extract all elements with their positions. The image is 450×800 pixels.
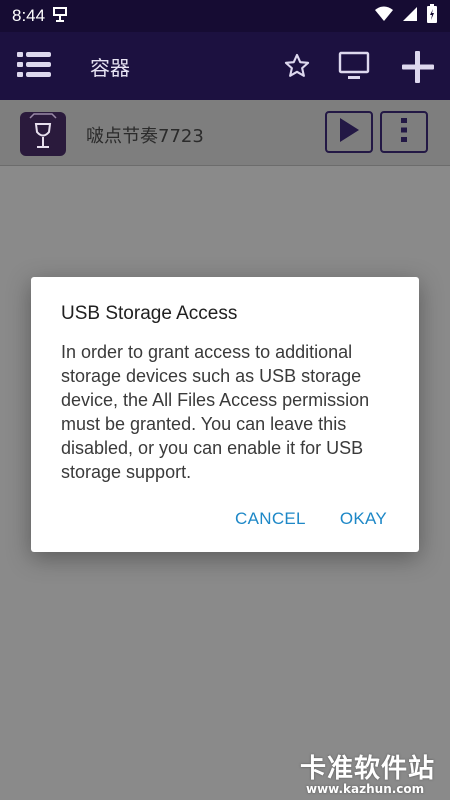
run-button[interactable] — [325, 111, 373, 153]
dialog-title: USB Storage Access — [61, 303, 238, 324]
usb-storage-dialog: USB Storage Access In order to grant acc… — [31, 277, 419, 552]
dialog-actions: CANCEL OKAY — [235, 509, 387, 529]
cancel-button[interactable]: CANCEL — [235, 509, 306, 529]
notification-icon — [51, 5, 69, 28]
status-bar: 8:44 — [0, 0, 450, 32]
add-icon[interactable] — [400, 49, 436, 85]
container-name: 啵点节奏7723 — [86, 126, 204, 147]
okay-button[interactable]: OKAY — [340, 509, 387, 529]
monitor-icon[interactable] — [337, 51, 371, 81]
app-bar: 容器 — [0, 32, 450, 100]
more-options-button[interactable] — [380, 111, 428, 153]
play-icon — [338, 117, 360, 147]
wine-glass-icon — [20, 112, 66, 156]
watermark: 卡准软件站 www.kazhun.com — [300, 748, 450, 800]
menu-list-icon[interactable] — [16, 50, 52, 80]
page-title: 容器 — [90, 56, 130, 80]
wifi-icon — [374, 6, 394, 26]
status-time: 8:44 — [12, 6, 46, 25]
watermark-url: www.kazhun.com — [306, 782, 425, 796]
signal-icon — [402, 6, 418, 26]
dialog-message: In order to grant access to additional s… — [61, 342, 370, 482]
star-icon[interactable] — [283, 52, 311, 80]
watermark-text: 卡准软件站 — [300, 754, 436, 784]
battery-icon — [426, 4, 438, 28]
more-vertical-icon — [400, 117, 408, 147]
container-list-item[interactable]: 啵点节奏7723 — [0, 100, 450, 166]
